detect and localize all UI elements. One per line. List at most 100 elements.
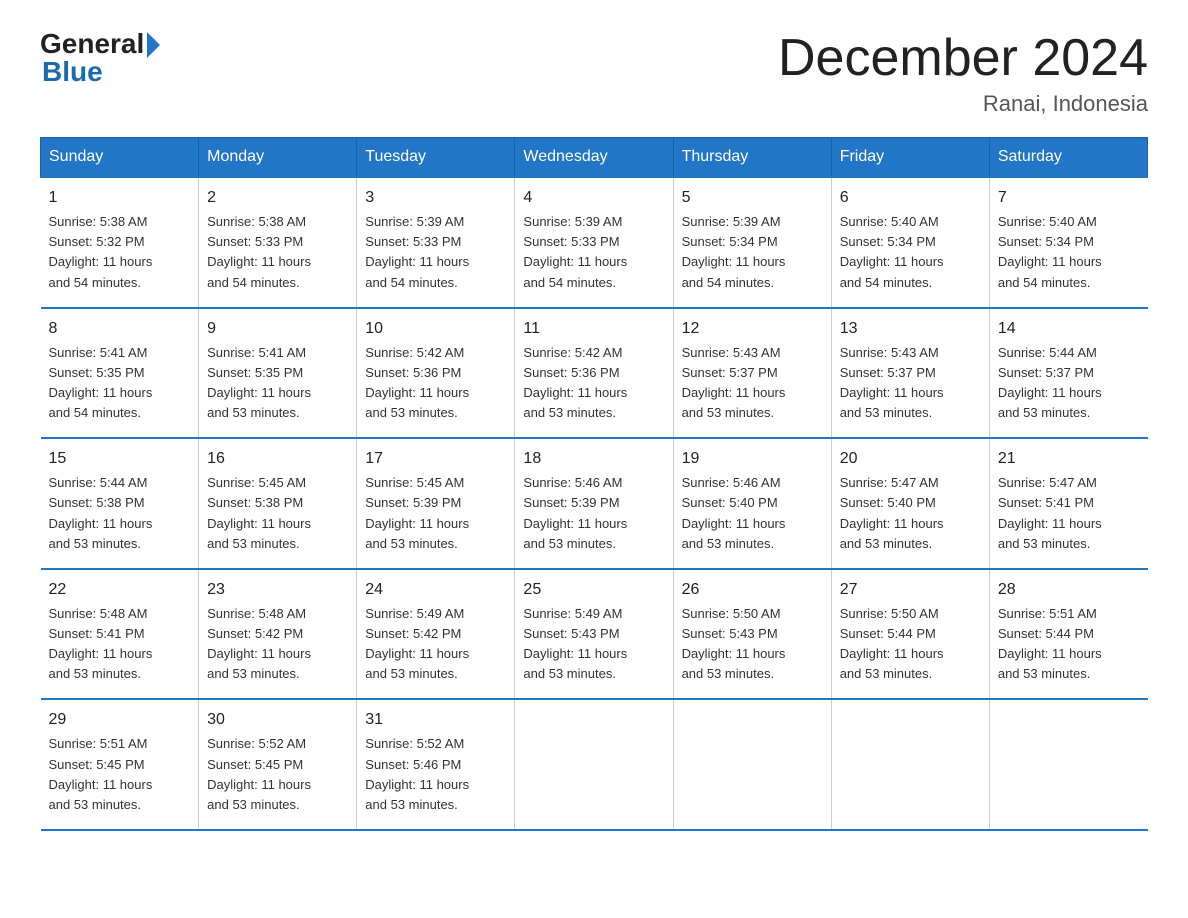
day-number: 31 bbox=[365, 708, 506, 732]
calendar-cell: 23 Sunrise: 5:48 AMSunset: 5:42 PMDayligh… bbox=[199, 569, 357, 700]
day-info: Sunrise: 5:41 AMSunset: 5:35 PMDaylight:… bbox=[49, 345, 153, 420]
day-number: 17 bbox=[365, 447, 506, 471]
calendar-cell: 18 Sunrise: 5:46 AMSunset: 5:39 PMDayligh… bbox=[515, 438, 673, 569]
day-number: 22 bbox=[49, 578, 191, 602]
calendar-cell: 21 Sunrise: 5:47 AMSunset: 5:41 PMDayligh… bbox=[989, 438, 1147, 569]
day-number: 16 bbox=[207, 447, 348, 471]
column-header-friday: Friday bbox=[831, 138, 989, 178]
day-info: Sunrise: 5:45 AMSunset: 5:39 PMDaylight:… bbox=[365, 475, 469, 550]
calendar-cell: 12 Sunrise: 5:43 AMSunset: 5:37 PMDayligh… bbox=[673, 308, 831, 439]
day-info: Sunrise: 5:39 AMSunset: 5:33 PMDaylight:… bbox=[523, 214, 627, 289]
calendar-cell: 2Sunrise: 5:38 AMSunset: 5:33 PMDaylight… bbox=[199, 177, 357, 308]
calendar-cell: 4 Sunrise: 5:39 AMSunset: 5:33 PMDaylight… bbox=[515, 177, 673, 308]
calendar-header-row: SundayMondayTuesdayWednesdayThursdayFrid… bbox=[41, 138, 1148, 178]
calendar-cell: 17 Sunrise: 5:45 AMSunset: 5:39 PMDayligh… bbox=[357, 438, 515, 569]
logo-blue-text: Blue bbox=[42, 58, 160, 86]
day-info: Sunrise: 5:49 AMSunset: 5:42 PMDaylight:… bbox=[365, 606, 469, 681]
calendar-week-row: 15 Sunrise: 5:44 AMSunset: 5:38 PMDayligh… bbox=[41, 438, 1148, 569]
day-number: 20 bbox=[840, 447, 981, 471]
column-header-tuesday: Tuesday bbox=[357, 138, 515, 178]
day-number: 18 bbox=[523, 447, 664, 471]
calendar-cell: 24 Sunrise: 5:49 AMSunset: 5:42 PMDayligh… bbox=[357, 569, 515, 700]
day-info: Sunrise: 5:40 AMSunset: 5:34 PMDaylight:… bbox=[840, 214, 944, 289]
day-info: Sunrise: 5:49 AMSunset: 5:43 PMDaylight:… bbox=[523, 606, 627, 681]
calendar-cell: 10Sunrise: 5:42 AMSunset: 5:36 PMDayligh… bbox=[357, 308, 515, 439]
day-info: Sunrise: 5:48 AMSunset: 5:41 PMDaylight:… bbox=[49, 606, 153, 681]
calendar-cell: 9 Sunrise: 5:41 AMSunset: 5:35 PMDaylight… bbox=[199, 308, 357, 439]
day-info: Sunrise: 5:51 AMSunset: 5:45 PMDaylight:… bbox=[49, 736, 153, 811]
calendar-cell: 8Sunrise: 5:41 AMSunset: 5:35 PMDaylight… bbox=[41, 308, 199, 439]
day-number: 13 bbox=[840, 317, 981, 341]
day-info: Sunrise: 5:41 AMSunset: 5:35 PMDaylight:… bbox=[207, 345, 311, 420]
day-info: Sunrise: 5:43 AMSunset: 5:37 PMDaylight:… bbox=[682, 345, 786, 420]
day-info: Sunrise: 5:46 AMSunset: 5:40 PMDaylight:… bbox=[682, 475, 786, 550]
calendar-week-row: 1Sunrise: 5:38 AMSunset: 5:32 PMDaylight… bbox=[41, 177, 1148, 308]
day-number: 29 bbox=[49, 708, 191, 732]
calendar-cell: 15 Sunrise: 5:44 AMSunset: 5:38 PMDayligh… bbox=[41, 438, 199, 569]
calendar-cell: 27 Sunrise: 5:50 AMSunset: 5:44 PMDayligh… bbox=[831, 569, 989, 700]
day-number: 6 bbox=[840, 186, 981, 210]
calendar-subtitle: Ranai, Indonesia bbox=[778, 91, 1148, 117]
column-header-thursday: Thursday bbox=[673, 138, 831, 178]
day-number: 19 bbox=[682, 447, 823, 471]
calendar-cell: 6 Sunrise: 5:40 AMSunset: 5:34 PMDaylight… bbox=[831, 177, 989, 308]
calendar-cell: 5Sunrise: 5:39 AMSunset: 5:34 PMDaylight… bbox=[673, 177, 831, 308]
calendar-cell: 30 Sunrise: 5:52 AMSunset: 5:45 PMDayligh… bbox=[199, 699, 357, 830]
day-number: 26 bbox=[682, 578, 823, 602]
logo-arrow-icon bbox=[147, 32, 160, 58]
day-number: 9 bbox=[207, 317, 348, 341]
day-number: 12 bbox=[682, 317, 823, 341]
day-info: Sunrise: 5:46 AMSunset: 5:39 PMDaylight:… bbox=[523, 475, 627, 550]
calendar-week-row: 8Sunrise: 5:41 AMSunset: 5:35 PMDaylight… bbox=[41, 308, 1148, 439]
calendar-cell: 29 Sunrise: 5:51 AMSunset: 5:45 PMDayligh… bbox=[41, 699, 199, 830]
day-number: 1 bbox=[49, 186, 191, 210]
calendar-title: December 2024 bbox=[778, 30, 1148, 87]
day-info: Sunrise: 5:40 AMSunset: 5:34 PMDaylight:… bbox=[998, 214, 1102, 289]
day-number: 23 bbox=[207, 578, 348, 602]
day-info: Sunrise: 5:52 AMSunset: 5:46 PMDaylight:… bbox=[365, 736, 469, 811]
day-number: 11 bbox=[523, 317, 664, 341]
day-number: 27 bbox=[840, 578, 981, 602]
day-info: Sunrise: 5:45 AMSunset: 5:38 PMDaylight:… bbox=[207, 475, 311, 550]
calendar-cell: 11 Sunrise: 5:42 AMSunset: 5:36 PMDayligh… bbox=[515, 308, 673, 439]
day-number: 7 bbox=[998, 186, 1140, 210]
calendar-cell: 19 Sunrise: 5:46 AMSunset: 5:40 PMDayligh… bbox=[673, 438, 831, 569]
column-header-wednesday: Wednesday bbox=[515, 138, 673, 178]
calendar-cell bbox=[989, 699, 1147, 830]
calendar-cell: 16 Sunrise: 5:45 AMSunset: 5:38 PMDayligh… bbox=[199, 438, 357, 569]
day-info: Sunrise: 5:52 AMSunset: 5:45 PMDaylight:… bbox=[207, 736, 311, 811]
column-header-saturday: Saturday bbox=[989, 138, 1147, 178]
day-info: Sunrise: 5:42 AMSunset: 5:36 PMDaylight:… bbox=[523, 345, 627, 420]
day-info: Sunrise: 5:39 AMSunset: 5:34 PMDaylight:… bbox=[682, 214, 786, 289]
day-number: 14 bbox=[998, 317, 1140, 341]
day-number: 3 bbox=[365, 186, 506, 210]
calendar-cell: 7 Sunrise: 5:40 AMSunset: 5:34 PMDaylight… bbox=[989, 177, 1147, 308]
page-header: General Blue December 2024 Ranai, Indone… bbox=[40, 30, 1148, 117]
logo-general-text: General bbox=[40, 30, 144, 58]
calendar-cell: 26 Sunrise: 5:50 AMSunset: 5:43 PMDayligh… bbox=[673, 569, 831, 700]
calendar-cell: 1Sunrise: 5:38 AMSunset: 5:32 PMDaylight… bbox=[41, 177, 199, 308]
calendar-week-row: 29 Sunrise: 5:51 AMSunset: 5:45 PMDayligh… bbox=[41, 699, 1148, 830]
day-info: Sunrise: 5:47 AMSunset: 5:41 PMDaylight:… bbox=[998, 475, 1102, 550]
day-number: 24 bbox=[365, 578, 506, 602]
day-info: Sunrise: 5:44 AMSunset: 5:38 PMDaylight:… bbox=[49, 475, 153, 550]
calendar-cell bbox=[831, 699, 989, 830]
calendar-table: SundayMondayTuesdayWednesdayThursdayFrid… bbox=[40, 137, 1148, 831]
day-number: 25 bbox=[523, 578, 664, 602]
day-number: 21 bbox=[998, 447, 1140, 471]
calendar-cell: 14 Sunrise: 5:44 AMSunset: 5:37 PMDayligh… bbox=[989, 308, 1147, 439]
title-section: December 2024 Ranai, Indonesia bbox=[778, 30, 1148, 117]
calendar-cell: 13Sunrise: 5:43 AMSunset: 5:37 PMDayligh… bbox=[831, 308, 989, 439]
day-info: Sunrise: 5:47 AMSunset: 5:40 PMDaylight:… bbox=[840, 475, 944, 550]
day-info: Sunrise: 5:39 AMSunset: 5:33 PMDaylight:… bbox=[365, 214, 469, 289]
day-number: 4 bbox=[523, 186, 664, 210]
day-info: Sunrise: 5:50 AMSunset: 5:43 PMDaylight:… bbox=[682, 606, 786, 681]
day-info: Sunrise: 5:50 AMSunset: 5:44 PMDaylight:… bbox=[840, 606, 944, 681]
day-number: 15 bbox=[49, 447, 191, 471]
day-info: Sunrise: 5:48 AMSunset: 5:42 PMDaylight:… bbox=[207, 606, 311, 681]
calendar-cell: 3 Sunrise: 5:39 AMSunset: 5:33 PMDaylight… bbox=[357, 177, 515, 308]
day-number: 30 bbox=[207, 708, 348, 732]
column-header-sunday: Sunday bbox=[41, 138, 199, 178]
day-info: Sunrise: 5:44 AMSunset: 5:37 PMDaylight:… bbox=[998, 345, 1102, 420]
day-info: Sunrise: 5:51 AMSunset: 5:44 PMDaylight:… bbox=[998, 606, 1102, 681]
